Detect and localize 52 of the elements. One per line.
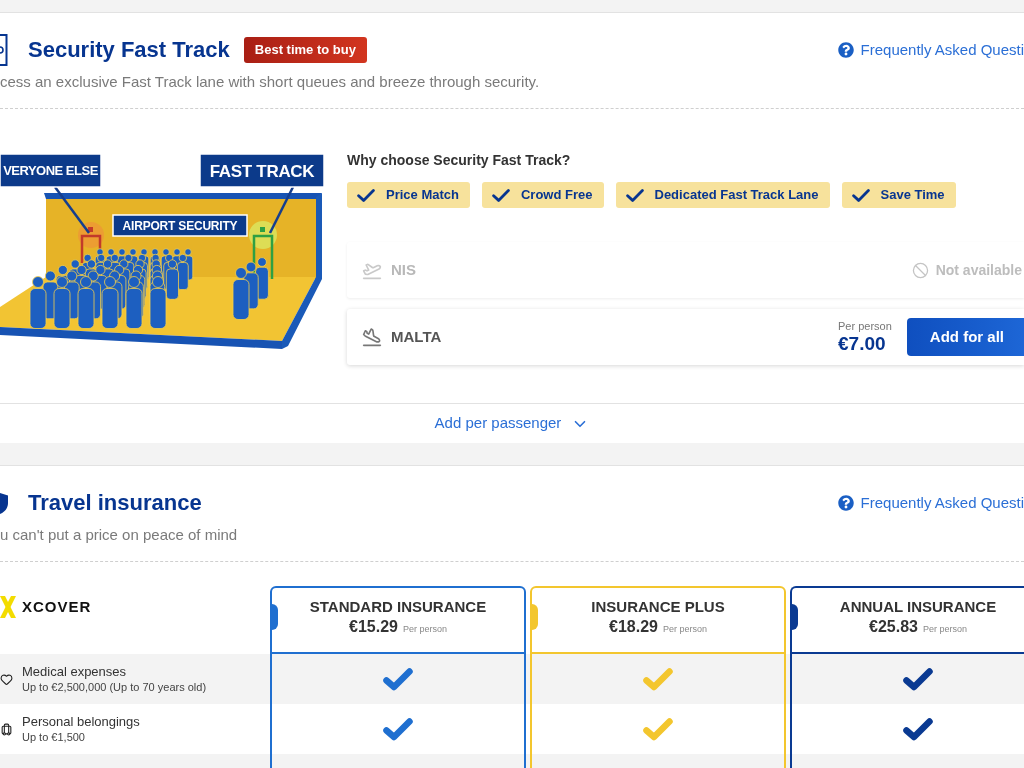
check-icon bbox=[357, 188, 375, 202]
feature-name: Medical expenses bbox=[22, 663, 128, 680]
faq-link[interactable]: Frequently Asked Questi bbox=[837, 40, 1024, 60]
add-per-passenger-button[interactable]: Add per passenger bbox=[434, 412, 590, 435]
section-title: Security Fast Track bbox=[28, 37, 230, 63]
help-icon bbox=[837, 495, 854, 511]
section-description: cess an exclusive Fast Track lane with short queues and breeze through security. bbox=[0, 72, 541, 92]
benefit-label: Crowd Free bbox=[521, 186, 593, 205]
provider-logo: XCOVER bbox=[22, 596, 92, 617]
check-icon bbox=[625, 188, 644, 202]
lane-sign: AIRPORT SECURITY bbox=[112, 214, 248, 237]
section-description: u can't put a price on peace of mind bbox=[0, 525, 239, 545]
benefit-label: Save Time bbox=[880, 186, 945, 205]
feature-name: Personal belongings bbox=[22, 713, 140, 730]
plan-header[interactable]: ANNUAL INSURANCE €25.83 Per person bbox=[790, 586, 1024, 654]
plan-price: €18.29 bbox=[609, 617, 658, 637]
feature-detail: Up to €2,500,000 (Up to 70 years old) bbox=[22, 680, 207, 695]
check-icon bbox=[492, 188, 510, 202]
plane-icon bbox=[362, 327, 382, 347]
unavailable-icon bbox=[911, 261, 929, 279]
price-note: Per person bbox=[662, 623, 707, 636]
help-icon bbox=[837, 42, 854, 58]
price-note: Per person bbox=[402, 623, 447, 636]
plan-name: STANDARD INSURANCE bbox=[309, 598, 487, 616]
plan-name: INSURANCE PLUS bbox=[591, 598, 725, 616]
door-frame-icon bbox=[0, 33, 8, 67]
benefit-label: Dedicated Fast Track Lane bbox=[654, 186, 819, 205]
lane-sign: FAST TRACK bbox=[199, 153, 325, 188]
feature-detail: Up to €1,500 bbox=[22, 730, 86, 745]
price-label: Per person bbox=[838, 319, 892, 333]
faq-link[interactable]: Frequently Asked Questi bbox=[837, 493, 1024, 513]
plan-header[interactable]: STANDARD INSURANCE €15.29 Per person bbox=[270, 586, 526, 654]
destination-name: MALTA bbox=[391, 326, 442, 347]
promo-badge: Best time to buy bbox=[243, 37, 367, 63]
price-note: Per person bbox=[922, 623, 967, 636]
plan-header[interactable]: INSURANCE PLUS €18.29 Per person bbox=[530, 586, 786, 654]
availability-status: Not available bbox=[935, 260, 1022, 280]
add-for-all-button[interactable]: Add for all bbox=[906, 318, 1024, 356]
luggage-icon bbox=[0, 722, 13, 736]
lane-sign: VERYONE ELSE bbox=[0, 153, 102, 188]
shield-icon bbox=[0, 491, 9, 515]
check-icon bbox=[851, 188, 870, 202]
plan-price: €15.29 bbox=[349, 617, 398, 637]
heart-icon bbox=[0, 672, 13, 686]
destination-name: NIS bbox=[391, 259, 416, 280]
logo-mark-icon bbox=[0, 596, 16, 618]
section-title: Travel insurance bbox=[28, 490, 202, 516]
benefits-heading: Why choose Security Fast Track? bbox=[347, 152, 572, 168]
plan-name: ANNUAL INSURANCE bbox=[839, 598, 997, 616]
price: €7.00 bbox=[838, 332, 887, 355]
plan-price: €25.83 bbox=[869, 617, 918, 637]
benefit-label: Price Match bbox=[386, 186, 459, 205]
